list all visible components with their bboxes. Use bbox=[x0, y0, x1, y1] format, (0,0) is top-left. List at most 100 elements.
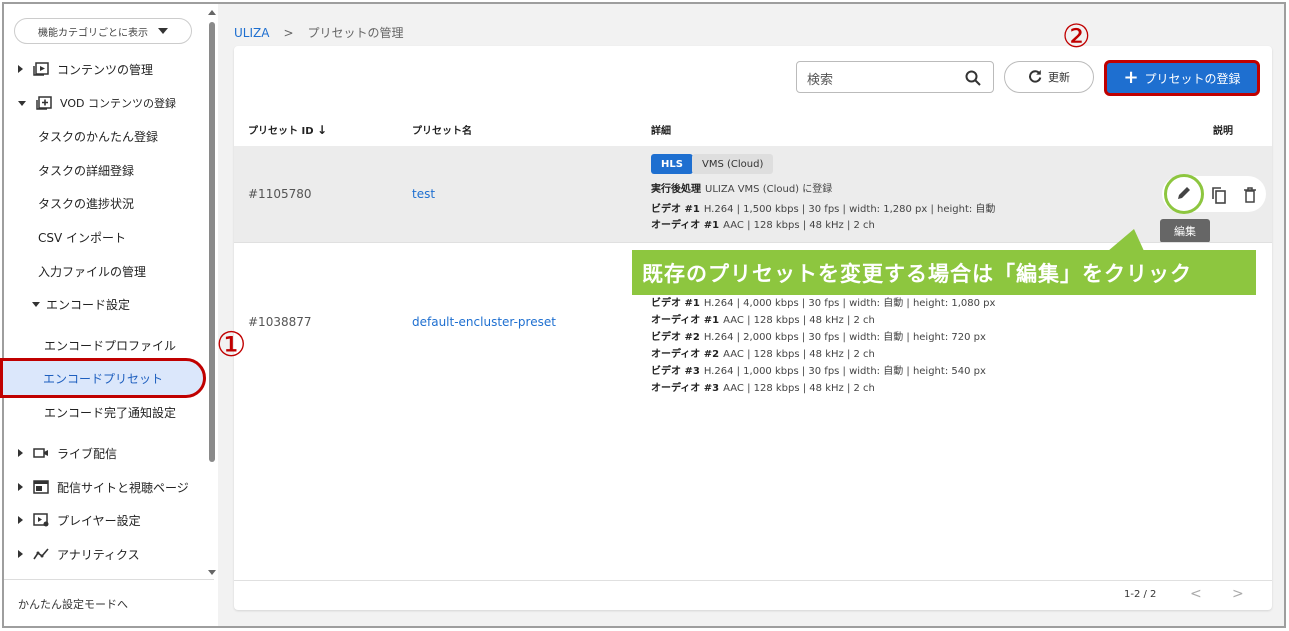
column-header-description: 説明 bbox=[1213, 126, 1233, 137]
category-view-label: 機能カテゴリごとに表示 bbox=[38, 27, 148, 39]
preset-id-cell: #1038877 bbox=[248, 315, 312, 329]
detail-key: オーディオ #1 bbox=[651, 315, 720, 326]
column-header-label: プリセット ID bbox=[248, 126, 314, 137]
sidebar-item-label: エンコード設定 bbox=[46, 297, 131, 312]
add-library-icon bbox=[36, 96, 52, 110]
caret-down-icon bbox=[158, 28, 168, 34]
sidebar-item-quick-task[interactable]: タスクのかんたん登録 bbox=[38, 121, 158, 151]
sidebar-item-detail-task[interactable]: タスクの詳細登録 bbox=[38, 155, 134, 185]
detail-value: AAC | 128 kbps | 48 kHz | 2 ch bbox=[723, 383, 875, 394]
expand-arrow-icon bbox=[18, 516, 23, 524]
sidebar-item-encode-preset[interactable]: エンコードプリセット bbox=[0, 358, 206, 398]
sidebar-scroll-thumb[interactable] bbox=[209, 22, 215, 462]
easy-mode-link[interactable]: かんたん設定モードへ bbox=[18, 596, 128, 612]
annotation-callout: 既存のプリセットを変更する場合は「編集」をクリック bbox=[632, 250, 1256, 295]
detail-line: ビデオ #1 H.264 | 4,000 kbps | 30 fps | widt… bbox=[651, 294, 995, 309]
pagination-range: 1-2 / 2 bbox=[1124, 589, 1157, 600]
search-placeholder: 検索 bbox=[807, 73, 834, 88]
annotation-marker-2: ② bbox=[1062, 17, 1091, 55]
sidebar-item-label: エンコードプロファイル bbox=[44, 338, 177, 353]
player-settings-icon bbox=[33, 513, 49, 527]
sort-descending-icon[interactable]: ↓ bbox=[317, 123, 327, 137]
sidebar-item-player[interactable]: プレイヤー設定 bbox=[18, 505, 141, 535]
collapse-arrow-icon bbox=[18, 100, 26, 106]
register-preset-label: プリセットの登録 bbox=[1144, 71, 1241, 86]
sidebar-item-encode-settings[interactable]: エンコード設定 bbox=[32, 289, 130, 319]
register-preset-button[interactable]: + プリセットの登録 bbox=[1104, 60, 1260, 96]
expand-arrow-icon bbox=[18, 550, 23, 558]
search-input[interactable]: 検索 bbox=[796, 61, 994, 93]
expand-arrow-icon bbox=[18, 449, 23, 457]
search-icon[interactable] bbox=[965, 70, 981, 89]
sidebar-item-label: タスクの進捗状況 bbox=[38, 196, 135, 211]
pencil-icon bbox=[1176, 185, 1192, 204]
detail-line: 実行後処理 ULIZA VMS (Cloud) に登録 bbox=[651, 180, 832, 195]
breadcrumb-root-link[interactable]: ULIZA bbox=[234, 26, 269, 40]
sidebar-item-encode-profile[interactable]: エンコードプロファイル bbox=[44, 330, 176, 360]
sidebar-item-analytics[interactable]: アナリティクス bbox=[18, 539, 140, 569]
sidebar-item-label: タスクの詳細登録 bbox=[38, 163, 135, 178]
sidebar-item-label: 入力ファイルの管理 bbox=[38, 264, 147, 279]
hls-badge: HLS bbox=[651, 154, 693, 174]
detail-value: H.264 | 4,000 kbps | 30 fps | width: 自動 … bbox=[703, 298, 996, 309]
detail-key: オーディオ #2 bbox=[651, 349, 720, 360]
sidebar-item-label: エンコード完了通知設定 bbox=[44, 405, 177, 420]
detail-line: ビデオ #1 H.264 | 1,500 kbps | 30 fps | widt… bbox=[651, 200, 995, 215]
column-header-id[interactable]: プリセット ID ↓ bbox=[248, 122, 327, 137]
delete-icon[interactable] bbox=[1243, 186, 1257, 207]
detail-value: H.264 | 1,500 kbps | 30 fps | width: 1,2… bbox=[703, 204, 996, 215]
detail-line: オーディオ #2 AAC | 128 kbps | 48 kHz | 2 ch bbox=[651, 345, 875, 360]
detail-key: ビデオ #2 bbox=[651, 332, 700, 343]
sidebar-item-encode-notify[interactable]: エンコード完了通知設定 bbox=[44, 397, 176, 427]
sidebar-item-delivery-site[interactable]: 配信サイトと視聴ページ bbox=[18, 472, 189, 502]
scroll-up-arrow-icon[interactable] bbox=[208, 10, 216, 15]
sidebar-item-vod-register[interactable]: VOD コンテンツの登録 bbox=[18, 88, 176, 118]
sidebar-divider bbox=[4, 579, 214, 580]
detail-value: H.264 | 2,000 kbps | 30 fps | width: 自動 … bbox=[703, 332, 986, 343]
detail-line: オーディオ #3 AAC | 128 kbps | 48 kHz | 2 ch bbox=[651, 379, 875, 394]
edit-tooltip: 編集 bbox=[1160, 219, 1210, 243]
preset-name-link[interactable]: default-encluster-preset bbox=[412, 315, 556, 329]
video-camera-icon bbox=[33, 446, 49, 460]
sidebar-item-label: コンテンツの管理 bbox=[57, 62, 154, 77]
detail-key: ビデオ #1 bbox=[651, 204, 700, 215]
web-page-icon bbox=[33, 480, 49, 494]
refresh-button[interactable]: 更新 bbox=[1004, 61, 1094, 93]
sidebar-item-csv-import[interactable]: CSV インポート bbox=[38, 222, 126, 252]
expand-arrow-icon bbox=[18, 65, 23, 73]
refresh-icon bbox=[1028, 69, 1042, 86]
next-page-icon[interactable]: > bbox=[1232, 586, 1244, 602]
sidebar-item-input-files[interactable]: 入力ファイルの管理 bbox=[38, 256, 146, 286]
breadcrumb: ULIZA > プリセットの管理 bbox=[234, 24, 404, 41]
vms-badge: VMS (Cloud) bbox=[692, 154, 774, 174]
video-library-icon bbox=[33, 62, 49, 76]
detail-line: オーディオ #1 AAC | 128 kbps | 48 kHz | 2 ch bbox=[651, 216, 875, 231]
sidebar-item-contents[interactable]: コンテンツの管理 bbox=[18, 54, 153, 84]
category-view-dropdown[interactable]: 機能カテゴリごとに表示 bbox=[14, 18, 192, 44]
table-footer-divider bbox=[234, 580, 1272, 581]
preset-name-link[interactable]: test bbox=[412, 187, 435, 201]
preset-id-cell: #1105780 bbox=[248, 187, 312, 201]
sidebar-item-label: タスクのかんたん登録 bbox=[38, 129, 159, 144]
detail-line: オーディオ #1 AAC | 128 kbps | 48 kHz | 2 ch bbox=[651, 311, 875, 326]
breadcrumb-current: プリセットの管理 bbox=[307, 26, 404, 40]
edit-button[interactable] bbox=[1164, 174, 1204, 214]
detail-key: オーディオ #3 bbox=[651, 383, 720, 394]
sidebar-item-label: エンコードプリセット bbox=[43, 372, 164, 386]
collapse-arrow-icon bbox=[32, 301, 40, 307]
detail-value: AAC | 128 kbps | 48 kHz | 2 ch bbox=[723, 349, 875, 360]
sidebar-item-label: CSV インポート bbox=[38, 230, 127, 245]
analytics-icon bbox=[33, 547, 49, 561]
detail-value: AAC | 128 kbps | 48 kHz | 2 ch bbox=[723, 315, 875, 326]
column-header-name: プリセット名 bbox=[412, 126, 472, 137]
sidebar-item-live[interactable]: ライブ配信 bbox=[18, 438, 117, 468]
detail-key: オーディオ #1 bbox=[651, 220, 720, 231]
sidebar-item-task-progress[interactable]: タスクの進捗状況 bbox=[38, 188, 134, 218]
prev-page-icon[interactable]: < bbox=[1190, 586, 1202, 602]
scroll-down-arrow-icon[interactable] bbox=[208, 570, 216, 575]
detail-value: AAC | 128 kbps | 48 kHz | 2 ch bbox=[723, 220, 875, 231]
sidebar-item-label: プレイヤー設定 bbox=[57, 513, 141, 528]
breadcrumb-separator: > bbox=[283, 25, 294, 40]
sidebar-item-label: 配信サイトと視聴ページ bbox=[57, 480, 189, 495]
copy-icon[interactable] bbox=[1211, 186, 1227, 207]
